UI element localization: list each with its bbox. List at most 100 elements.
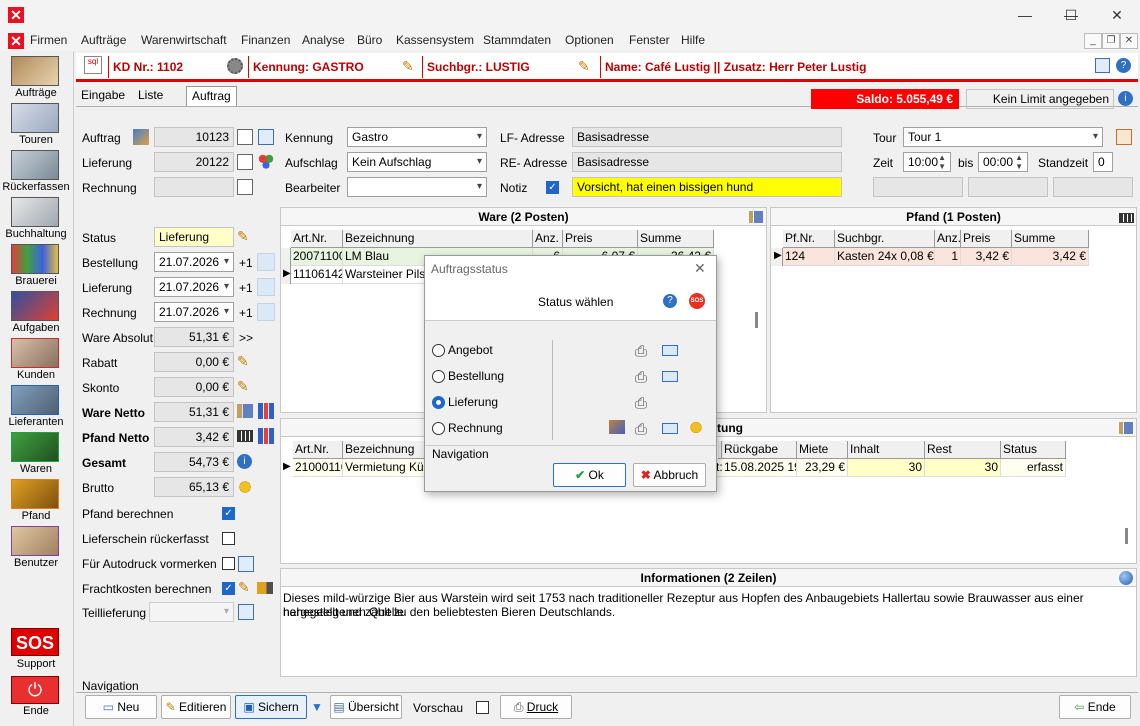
sichern-dropdown-icon[interactable]: ▼ <box>311 700 323 714</box>
table-icon[interactable] <box>238 604 254 620</box>
tab-auftrag[interactable]: Auftrag <box>186 86 237 106</box>
menu-hilfe[interactable]: Hilfe <box>681 33 705 47</box>
sidebar-item-touren[interactable]: Touren <box>0 101 72 148</box>
menu-fenster[interactable]: Fenster <box>629 33 670 47</box>
pfand-col-anz[interactable]: Anz. <box>935 230 961 248</box>
table-cell[interactable]: 23,29 € <box>797 459 848 477</box>
tour-select[interactable]: Tour 1 ▾ <box>903 127 1103 147</box>
view-icon[interactable] <box>237 129 253 145</box>
lieferschein-checkbox[interactable] <box>222 532 235 545</box>
bottles-icon[interactable] <box>1119 422 1133 434</box>
radio-lieferung[interactable] <box>432 396 445 409</box>
crate-icon[interactable] <box>1119 213 1134 223</box>
table-cell[interactable]: 124 <box>783 248 835 266</box>
abbruch-button[interactable]: ✖ Abbruch <box>633 463 706 487</box>
fracht-checkbox[interactable]: ✓ <box>222 582 235 595</box>
menu-finanzen[interactable]: Finanzen <box>241 33 290 47</box>
table-cell[interactable]: 11106142 <box>291 266 343 284</box>
miete-col-rueckgabe[interactable]: Rückgabe <box>722 441 797 459</box>
info-text-line-2[interactable]: hergestellt und zählt zu den beliebteste… <box>283 605 1133 619</box>
coins-icon[interactable] <box>237 479 253 495</box>
table-cell[interactable]: 30 <box>848 459 925 477</box>
close-button[interactable]: ✕ <box>1094 0 1140 30</box>
gear-icon[interactable] <box>227 58 243 74</box>
view-icon[interactable] <box>237 179 253 195</box>
calendar-icon[interactable] <box>257 278 275 296</box>
mail-icon[interactable] <box>662 423 678 434</box>
calendar-icon[interactable] <box>257 253 275 271</box>
printer-icon[interactable]: ⎙ <box>635 421 647 438</box>
sidebar-item-aufgaben[interactable]: Aufgaben <box>0 289 72 336</box>
pencil-icon[interactable]: ✎ <box>237 228 249 245</box>
zeit-from-input[interactable]: 10:00 ▲ ▼ <box>903 152 951 172</box>
ende-button[interactable]: ⇦ Ende <box>1059 695 1131 719</box>
miete-col-artnr[interactable]: Art.Nr. <box>293 441 343 459</box>
menu-firmen[interactable]: Firmen <box>30 33 67 47</box>
pfand-col-summe[interactable]: Summe <box>1012 230 1089 248</box>
view-icon[interactable] <box>237 154 253 170</box>
notiz-checkbox[interactable]: ✓ <box>546 181 559 194</box>
menu-optionen[interactable]: Optionen <box>565 33 614 47</box>
menu-buero[interactable]: Büro <box>357 33 382 47</box>
customer-card-icon[interactable]: sql <box>84 56 102 74</box>
mdi-minimize-button[interactable]: _ <box>1084 33 1102 49</box>
printer-icon[interactable]: ⎙ <box>635 369 647 386</box>
miete-col-miete[interactable]: Miete <box>797 441 848 459</box>
table-icon[interactable] <box>238 556 254 572</box>
globe-icon[interactable] <box>1119 571 1133 585</box>
sidebar-item-brauerei[interactable]: Brauerei <box>0 242 72 289</box>
people-icon[interactable] <box>133 129 149 145</box>
ware-col-artnr[interactable]: Art.Nr. <box>291 230 343 248</box>
ware-col-preis[interactable]: Preis <box>563 230 638 248</box>
pencil-icon[interactable]: ✎ <box>238 579 250 596</box>
miete-col-status[interactable]: Status <box>1001 441 1066 459</box>
menu-auftraege[interactable]: Aufträge <box>81 33 126 47</box>
sidebar-item-rueckerfassen[interactable]: Rückerfassen <box>0 148 72 195</box>
autodruck-checkbox[interactable] <box>222 557 235 570</box>
miete-scrollbar[interactable] <box>1125 528 1128 544</box>
mdi-restore-button[interactable]: ❐ <box>1102 33 1120 49</box>
bottles-icon[interactable] <box>749 211 763 223</box>
truck-icon[interactable] <box>257 582 273 594</box>
invoice-edit-icon[interactable] <box>609 420 625 434</box>
pfand-col-preis[interactable]: Preis <box>961 230 1012 248</box>
dialog-close-button[interactable]: ✕ <box>694 260 706 277</box>
plus-one-button[interactable]: +1 <box>239 281 253 295</box>
miete-col-rest[interactable]: Rest <box>925 441 1001 459</box>
crate-icon[interactable] <box>237 430 253 442</box>
minimize-btn[interactable]: — <box>1002 0 1048 30</box>
bestellung-date[interactable]: 21.07.2026 ▾ <box>154 252 234 272</box>
menu-stammdaten[interactable]: Stammdaten <box>483 33 551 47</box>
standzeit-input[interactable]: 0 <box>1093 152 1113 172</box>
sidebar-item-kunden[interactable]: Kunden <box>0 336 72 383</box>
menu-kassensystem[interactable]: Kassensystem <box>396 33 474 47</box>
calendar-grid-icon[interactable] <box>1116 129 1132 145</box>
sichern-button[interactable]: ▣ Sichern <box>235 695 307 719</box>
printer-icon[interactable]: ⎙ <box>635 395 647 412</box>
sos-button[interactable]: SOS <box>11 628 59 656</box>
table-cell[interactable]: 3,42 € <box>961 248 1012 266</box>
table-cell[interactable]: 20071100 <box>291 248 343 266</box>
rechnung-date[interactable]: 21.07.2026 ▾ <box>154 302 234 322</box>
help-icon[interactable]: ? <box>1116 58 1131 73</box>
druck-button[interactable]: ⎙ Druck <box>500 695 572 719</box>
miete-col-inhalt[interactable]: Inhalt <box>848 441 925 459</box>
table-cell[interactable]: 15.08.2025 19: <box>722 459 797 477</box>
lieferung-date[interactable]: 21.07.2026 ▾ <box>154 277 234 297</box>
menu-analyse[interactable]: Analyse <box>302 33 345 47</box>
table-cell[interactable]: Kasten 24x 0,08 € <box>835 248 935 266</box>
sidebar-item-auftraege[interactable]: Aufträge <box>0 54 72 101</box>
notes-icon[interactable] <box>1095 58 1110 73</box>
miete-col-bezeichnung[interactable]: Bezeichnung <box>343 441 425 459</box>
ware-col-anz[interactable]: Anz. <box>533 230 563 248</box>
pencil-icon[interactable]: ✎ <box>237 353 249 370</box>
uebersicht-button[interactable]: ▤ Übersicht <box>330 695 402 719</box>
sos-icon[interactable]: SOS <box>689 293 705 309</box>
maximize-button[interactable]: ☐ <box>1048 0 1094 30</box>
table-cell[interactable]: erfasst <box>1001 459 1066 477</box>
teillieferung-select[interactable]: ▾ <box>149 602 234 622</box>
radio-angebot[interactable] <box>432 344 445 357</box>
ware-scrollbar[interactable] <box>755 312 758 328</box>
power-icon[interactable]: ⏻ <box>11 676 59 704</box>
calendar-icon[interactable] <box>257 303 275 321</box>
